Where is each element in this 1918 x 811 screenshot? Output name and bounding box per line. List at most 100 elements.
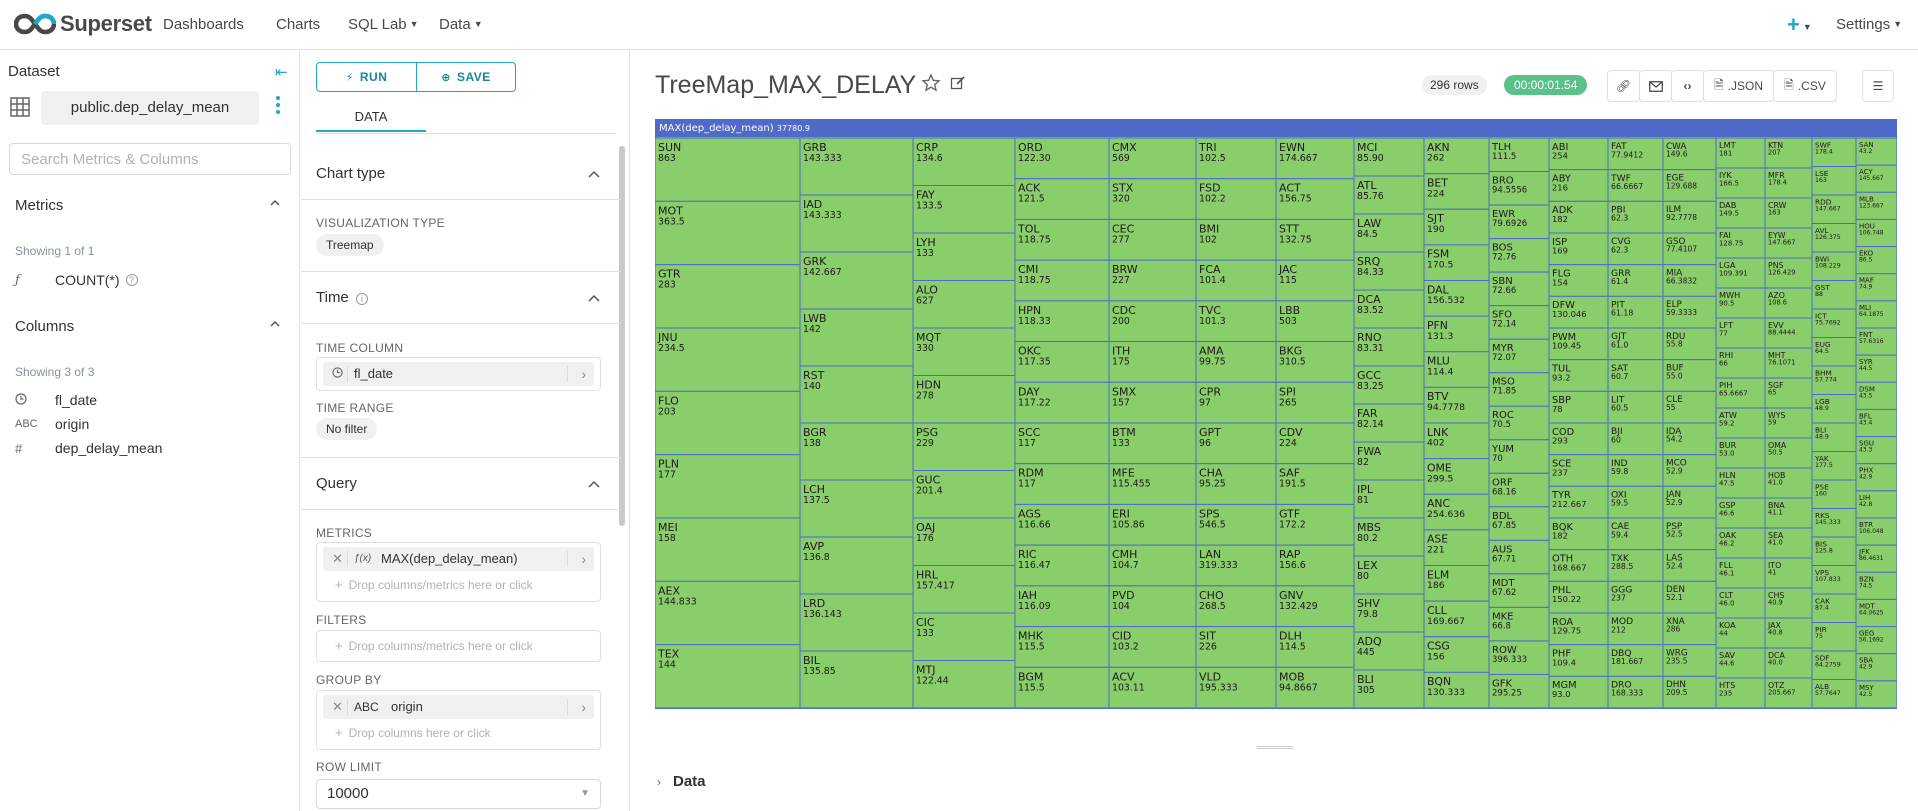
treemap-cell[interactable]: STT132.75 [1275, 218, 1355, 261]
treemap-cell[interactable]: GFK295.25 [1488, 673, 1550, 709]
treemap-cell[interactable]: BRO94.5556 [1488, 171, 1550, 206]
treemap-cell[interactable]: MLI64.1875 [1855, 300, 1897, 329]
star-icon[interactable] [921, 73, 941, 93]
treemap-cell[interactable]: SDF64.2759 [1811, 650, 1857, 680]
treemap-cell[interactable]: KTN207 [1764, 137, 1813, 169]
treemap-cell[interactable]: CEC277 [1108, 218, 1197, 261]
treemap-cell[interactable]: MDT67.62 [1488, 573, 1550, 608]
collapse-panel-icon[interactable]: ⇤ [275, 63, 288, 81]
treemap-cell[interactable]: ACT156.75 [1275, 178, 1355, 220]
treemap-cell[interactable]: DLH114.5 [1275, 626, 1355, 668]
treemap-cell[interactable]: YUM70 [1488, 439, 1550, 474]
treemap-cell[interactable]: AMA99.75 [1195, 341, 1277, 383]
treemap-cell[interactable]: ANC254.636 [1423, 493, 1490, 531]
treemap-cell[interactable]: BNA41.1 [1764, 497, 1813, 529]
treemap-cell[interactable]: LBB503 [1275, 300, 1355, 343]
new-menu-button[interactable]: + ▼ [1787, 12, 1812, 38]
treemap-cell[interactable]: RDM117 [1014, 463, 1110, 505]
treemap-cell[interactable]: PIR75 [1811, 622, 1857, 652]
metric-value-item[interactable]: ✕ ƒ(x) MAX(dep_delay_mean) › [323, 547, 594, 571]
treemap-cell[interactable]: PHF109.4 [1548, 644, 1609, 677]
treemap-cell[interactable]: BDL67.85 [1488, 506, 1550, 541]
dataset-name[interactable]: public.dep_delay_mean [41, 91, 259, 125]
treemap-cell[interactable]: RDD147.667 [1811, 194, 1857, 224]
treemap-cell[interactable]: ABI254 [1548, 137, 1609, 171]
treemap-cell[interactable]: CDC200 [1108, 300, 1197, 343]
treemap-cell[interactable]: FSD102.2 [1195, 178, 1277, 220]
treemap-cell[interactable]: ADK182 [1548, 200, 1609, 234]
treemap-cell[interactable]: ROA129.75 [1548, 612, 1609, 646]
treemap-cell[interactable]: MHT76.1071 [1764, 347, 1813, 379]
treemap-cell[interactable]: ERI105.86 [1108, 503, 1197, 546]
treemap-cell[interactable]: BQN130.333 [1423, 671, 1490, 709]
treemap-cell[interactable]: FLG154 [1548, 264, 1609, 297]
column-item[interactable]: fl_date [15, 392, 97, 408]
treemap-cell[interactable]: GNV132.429 [1275, 585, 1355, 628]
treemap-cell[interactable]: DBQ181.667 [1607, 644, 1664, 677]
treemap-cell[interactable]: AKN262 [1423, 137, 1490, 175]
treemap-cell[interactable]: ISP169 [1548, 232, 1609, 266]
treemap-cell[interactable]: GSP46.6 [1715, 497, 1766, 529]
treemap-cell[interactable]: SCE237 [1548, 454, 1609, 487]
treemap-cell[interactable]: PFN131.3 [1423, 315, 1490, 353]
treemap-cell[interactable]: BQK182 [1548, 517, 1609, 551]
treemap-cell[interactable]: CWA149.6 [1662, 137, 1717, 171]
treemap-cell[interactable]: MOT363.5 [655, 200, 801, 266]
treemap-cell[interactable]: ROC70.5 [1488, 405, 1550, 441]
treemap-cell[interactable]: KOA44 [1715, 617, 1766, 649]
treemap-cell[interactable]: JFK86.4631 [1855, 544, 1897, 573]
treemap-cell[interactable]: MTJ122.44 [912, 660, 1016, 709]
treemap-cell[interactable]: IAD143.333 [799, 194, 914, 253]
treemap-cell[interactable]: GEG56.1692 [1855, 626, 1897, 655]
treemap-cell[interactable]: FAT77.9412 [1607, 137, 1664, 171]
treemap-cell[interactable]: COD293 [1548, 422, 1609, 456]
treemap-cell[interactable]: BTV94.7778 [1423, 386, 1490, 424]
treemap-cell[interactable]: PBI62.3 [1607, 200, 1664, 234]
data-section-toggle[interactable]: › Data [657, 773, 706, 790]
treemap-cell[interactable]: BTM133 [1108, 422, 1197, 465]
drop-filters-hint[interactable]: + Drop columns/metrics here or click [335, 638, 533, 653]
save-button[interactable]: ⊕ SAVE [416, 62, 516, 92]
treemap-cell[interactable]: MFR178.4 [1764, 167, 1813, 199]
treemap-cell[interactable]: SIT226 [1195, 626, 1277, 668]
treemap-cell[interactable]: HPN118.33 [1014, 300, 1110, 343]
treemap-cell[interactable]: TEX144 [655, 644, 801, 709]
treemap-cell[interactable]: EKO86.5 [1855, 246, 1897, 275]
treemap-cell[interactable]: MHK115.5 [1014, 626, 1110, 668]
treemap-cell[interactable]: HOU106.748 [1855, 218, 1897, 248]
treemap-cell[interactable]: TYR212.667 [1548, 485, 1609, 519]
treemap-cell[interactable]: BHM57.774 [1811, 365, 1857, 395]
column-item[interactable]: # dep_delay_mean [15, 440, 162, 456]
treemap-cell[interactable]: CID103.2 [1108, 626, 1197, 668]
treemap-cell[interactable]: SGU43.3 [1855, 436, 1897, 465]
treemap-cell[interactable]: LGB48.9 [1811, 394, 1857, 424]
treemap-cell[interactable]: BET224 [1423, 173, 1490, 210]
treemap-cell[interactable]: GTF172.2 [1275, 503, 1355, 546]
metrics-control[interactable]: ✕ ƒ(x) MAX(dep_delay_mean) › + Drop colum… [316, 542, 601, 602]
nav-data[interactable]: Data ▼ [439, 16, 483, 33]
treemap-cell[interactable]: TLH111.5 [1488, 137, 1550, 173]
treemap-cell[interactable]: BOS72.76 [1488, 238, 1550, 273]
treemap-cell[interactable]: BGR138 [799, 422, 914, 481]
treemap-cell[interactable]: RHI66 [1715, 347, 1766, 379]
treemap-cell[interactable]: EUG64.5 [1811, 337, 1857, 367]
treemap-cell[interactable]: LGA109.391 [1715, 257, 1766, 289]
treemap-cell[interactable]: IPL81 [1353, 479, 1425, 519]
query-section-heading[interactable]: Query [316, 475, 357, 492]
group-by-control[interactable]: ✕ ABC origin › + Drop columns here or cli… [316, 690, 601, 750]
treemap-cell[interactable]: IDA54.2 [1662, 422, 1717, 456]
treemap-cell[interactable]: LIT60.5 [1607, 390, 1664, 424]
treemap-cell[interactable]: MQT330 [912, 327, 1016, 376]
treemap-cell[interactable]: MDT64.0625 [1855, 598, 1897, 628]
treemap-cell[interactable]: MLB123.667 [1855, 191, 1897, 220]
treemap-cell[interactable]: MLU114.4 [1423, 351, 1490, 388]
treemap-cell[interactable]: ELP59.3333 [1662, 295, 1717, 329]
treemap-cell[interactable]: FLO203 [655, 390, 801, 456]
treemap-cell[interactable]: PWM109.45 [1548, 327, 1609, 361]
treemap-cell[interactable]: CHA95.25 [1195, 463, 1277, 505]
treemap-cell[interactable]: GUC201.4 [912, 470, 1016, 519]
chart-title[interactable]: TreeMap_MAX_DELAY [655, 71, 916, 100]
chevron-up-icon[interactable] [588, 170, 600, 178]
treemap-cell[interactable]: PHX42.9 [1855, 463, 1897, 492]
treemap-cell[interactable]: JNU234.5 [655, 327, 801, 392]
